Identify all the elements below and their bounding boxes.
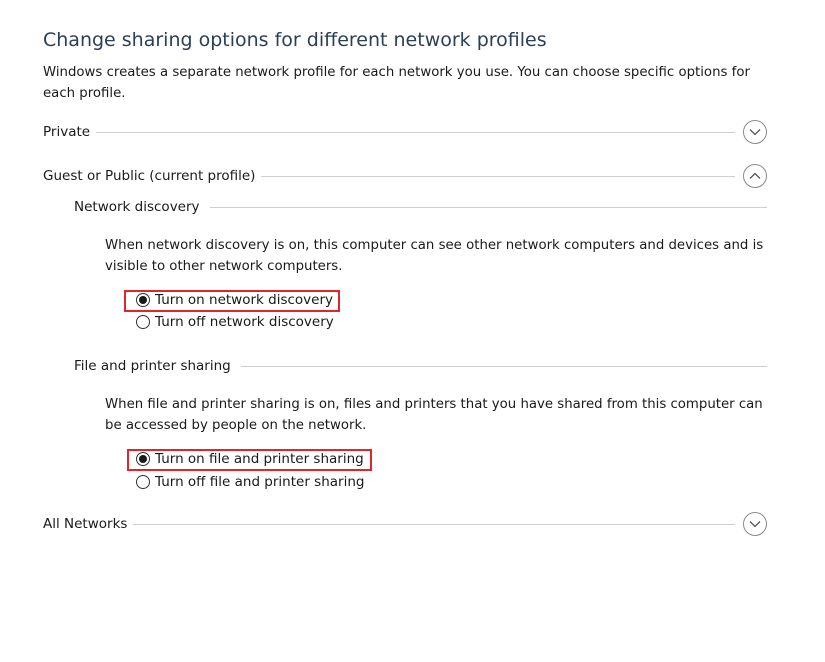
radio-label: Turn off network discovery	[155, 314, 334, 330]
radio-label: Turn on file and printer sharing	[155, 451, 364, 467]
radio-file-sharing-on[interactable]: Turn on file and printer sharing	[136, 449, 364, 469]
expand-private-button[interactable]	[743, 120, 767, 144]
radio-network-discovery-on[interactable]: Turn on network discovery	[136, 290, 333, 310]
radio-button[interactable]	[136, 315, 150, 329]
radio-label: Turn on network discovery	[155, 292, 334, 308]
file-printer-sharing-description: When file and printer sharing is on, fil…	[105, 397, 763, 433]
radio-dot	[139, 455, 147, 463]
chevron-down-icon	[749, 521, 761, 528]
section-divider	[133, 523, 735, 525]
chevron-up-icon	[749, 172, 761, 179]
page-title: Change sharing options for different net…	[43, 29, 547, 51]
section-divider	[209, 206, 767, 208]
collapse-guest-public-button[interactable]	[743, 164, 767, 188]
chevron-down-icon	[749, 129, 761, 136]
expand-all-networks-button[interactable]	[743, 512, 767, 536]
section-divider	[240, 365, 767, 367]
radio-dot	[139, 296, 147, 304]
radio-label: Turn off file and printer sharing	[155, 474, 365, 490]
network-discovery-header: Network discovery	[74, 195, 767, 219]
page-description: Windows creates a separate network profi…	[43, 65, 750, 101]
profile-private-label: Private	[43, 124, 91, 140]
radio-file-sharing-off[interactable]: Turn off file and printer sharing	[136, 472, 364, 492]
section-divider	[261, 175, 735, 177]
profile-private-row[interactable]: Private	[43, 120, 767, 144]
network-discovery-description: When network discovery is on, this compu…	[105, 238, 764, 274]
profile-guest-public-label: Guest or Public (current profile)	[43, 168, 256, 184]
radio-button-selected[interactable]	[136, 452, 150, 466]
radio-network-discovery-off[interactable]: Turn off network discovery	[136, 312, 334, 332]
network-discovery-heading: Network discovery	[74, 199, 200, 215]
profile-guest-public-row[interactable]: Guest or Public (current profile)	[43, 164, 767, 188]
profile-all-networks-label: All Networks	[43, 516, 128, 532]
radio-button-selected[interactable]	[136, 293, 150, 307]
radio-button[interactable]	[136, 475, 150, 489]
profile-all-networks-row[interactable]: All Networks	[43, 512, 767, 536]
section-divider	[96, 131, 735, 133]
file-printer-sharing-heading: File and printer sharing	[74, 358, 231, 374]
file-printer-sharing-header: File and printer sharing	[74, 354, 767, 378]
